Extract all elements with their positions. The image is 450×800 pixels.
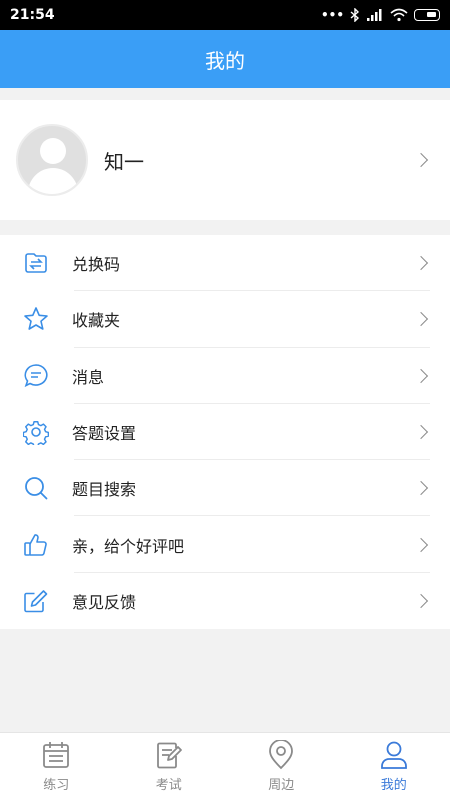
menu-item-quiz-settings[interactable]: 答题设置 bbox=[0, 404, 450, 461]
page-title: 我的 bbox=[205, 48, 245, 73]
chevron-right-icon bbox=[413, 152, 429, 168]
star-icon bbox=[22, 305, 50, 333]
gear-icon bbox=[22, 418, 50, 446]
status-bar: 21:54 ••• bbox=[0, 0, 450, 30]
chevron-right-icon bbox=[413, 537, 429, 552]
bottom-tab-bar: 练习 考试 周边 我的 bbox=[0, 732, 450, 800]
menu-item-label: 意见反馈 bbox=[72, 592, 137, 612]
location-icon bbox=[269, 740, 294, 770]
tab-mine[interactable]: 我的 bbox=[338, 733, 450, 800]
menu-item-label: 收藏夹 bbox=[72, 311, 121, 331]
exam-icon bbox=[156, 742, 182, 769]
wifi-icon bbox=[390, 8, 408, 22]
menu-list: 兑换码 收藏夹 消息 答题设置 题目搜索 亲，给个好评吧 意见反馈 bbox=[0, 235, 450, 630]
battery-icon bbox=[414, 9, 440, 21]
menu-item-label: 消息 bbox=[72, 367, 105, 387]
tab-label: 周边 bbox=[268, 778, 295, 793]
chevron-right-icon bbox=[413, 312, 429, 327]
menu-item-label: 兑换码 bbox=[72, 255, 121, 275]
status-time: 21:54 bbox=[10, 7, 55, 23]
tab-label: 练习 bbox=[43, 778, 70, 793]
chevron-right-icon bbox=[413, 481, 429, 496]
menu-item-question-search[interactable]: 题目搜索 bbox=[0, 460, 450, 517]
message-icon bbox=[22, 362, 50, 390]
menu-item-label: 答题设置 bbox=[72, 424, 137, 444]
signal-icon bbox=[367, 9, 382, 21]
bluetooth-icon bbox=[350, 8, 360, 22]
person-icon bbox=[380, 741, 407, 769]
tab-label: 我的 bbox=[380, 778, 407, 793]
chevron-right-icon bbox=[413, 368, 429, 383]
tab-label: 考试 bbox=[155, 778, 182, 793]
chevron-right-icon bbox=[413, 424, 429, 440]
search-icon bbox=[22, 474, 50, 502]
status-icons: ••• bbox=[321, 8, 440, 22]
menu-item-label: 亲，给个好评吧 bbox=[72, 536, 185, 556]
more-dots: ••• bbox=[320, 8, 344, 22]
tab-exam[interactable]: 考试 bbox=[113, 733, 226, 800]
edit-icon bbox=[22, 587, 50, 615]
thumbs-up-icon bbox=[22, 531, 50, 559]
profile-row[interactable]: 知一 bbox=[0, 100, 450, 220]
chevron-right-icon bbox=[413, 593, 429, 608]
app-bar: 我的 bbox=[0, 30, 450, 88]
chevron-right-icon bbox=[413, 256, 429, 271]
tab-practice[interactable]: 练习 bbox=[0, 733, 113, 800]
menu-item-messages[interactable]: 消息 bbox=[0, 348, 450, 405]
menu-item-label: 题目搜索 bbox=[72, 480, 137, 500]
menu-item-redeem-code[interactable]: 兑换码 bbox=[0, 235, 450, 292]
profile-name: 知一 bbox=[104, 149, 144, 174]
tab-nearby[interactable]: 周边 bbox=[225, 733, 338, 800]
menu-item-favorites[interactable]: 收藏夹 bbox=[0, 291, 450, 348]
avatar[interactable] bbox=[16, 124, 88, 196]
exchange-icon bbox=[22, 249, 50, 277]
menu-item-feedback[interactable]: 意见反馈 bbox=[0, 573, 450, 629]
calendar-icon bbox=[43, 742, 70, 768]
menu-item-rate-app[interactable]: 亲，给个好评吧 bbox=[0, 516, 450, 574]
